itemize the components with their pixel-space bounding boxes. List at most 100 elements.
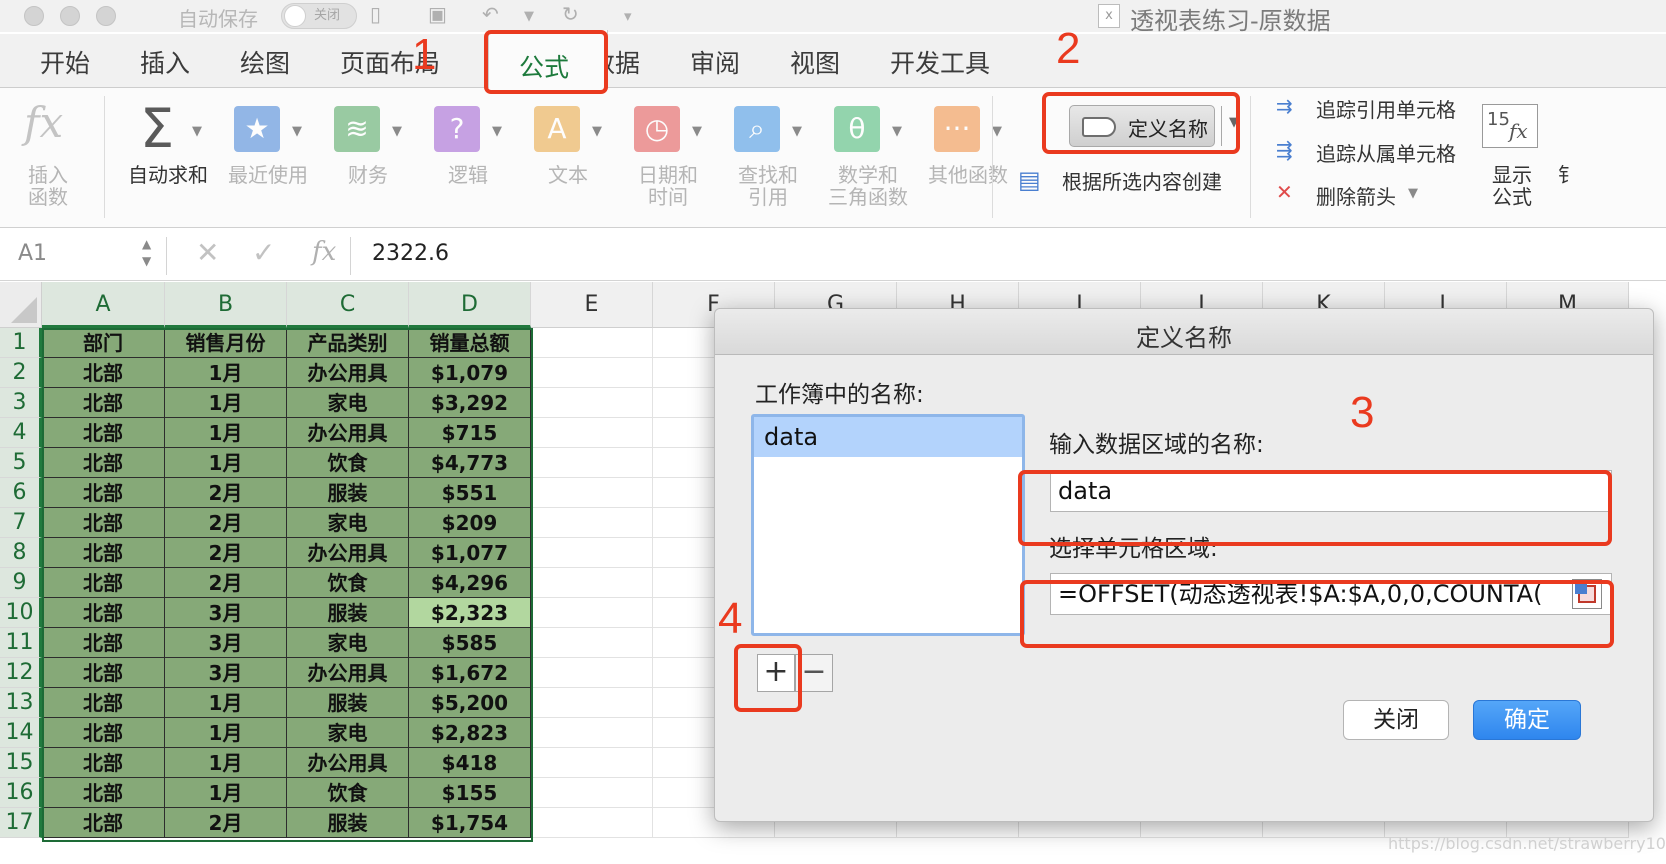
row-header[interactable]: 14 [0,718,42,748]
remove-arrows-button[interactable]: 删除箭头 [1316,181,1396,210]
name-box-stepper-icon[interactable]: ▲ ▼ [142,236,151,270]
formula-input[interactable]: 2322.6 [372,241,449,266]
star-icon[interactable]: ★ [234,106,280,152]
column-header[interactable]: D [409,282,531,328]
clock-icon[interactable]: ◷ [634,106,680,152]
zoom-window-button[interactable] [96,6,116,26]
empty-cell[interactable] [531,778,653,808]
trace-dependents-button[interactable]: 追踪从属单元格 [1316,138,1456,167]
empty-cell[interactable] [531,688,653,718]
minimize-window-button[interactable] [60,6,80,26]
name-box[interactable]: A1 [18,241,47,266]
empty-cell[interactable] [531,478,653,508]
row-header[interactable]: 9 [0,568,42,598]
empty-cell[interactable] [531,628,653,658]
empty-cell[interactable] [531,328,653,358]
select-all-corner[interactable] [0,282,42,328]
coins-icon[interactable]: ≋ [334,106,380,152]
create-from-selection-button[interactable]: 根据所选内容创建 [1062,166,1222,195]
tab-developer[interactable]: 开发工具 [890,44,990,80]
function-category-label[interactable]: 其他函数 [918,164,1018,187]
column-header[interactable]: A [42,282,165,328]
empty-cell[interactable] [531,418,653,448]
undo-icon[interactable]: ↶ [482,2,499,26]
chevron-down-icon[interactable]: ▼ [1408,186,1418,201]
chevron-down-icon[interactable]: ▼ [892,124,902,139]
empty-cell[interactable] [531,748,653,778]
workbook-names-list[interactable]: data [751,414,1025,636]
row-header[interactable]: 15 [0,748,42,778]
insert-function-label-1[interactable]: 插入 [28,164,68,187]
show-formulas-label-2[interactable]: 公式 [1492,186,1532,209]
row-header[interactable]: 6 [0,478,42,508]
function-category-label[interactable]: 日期和 [618,164,718,187]
empty-cell[interactable] [531,658,653,688]
column-header[interactable]: E [531,282,653,328]
chevron-down-icon[interactable]: ▼ [492,124,502,139]
chevron-down-icon[interactable]: ▼ [792,124,802,139]
more-icon[interactable]: ··· [934,106,980,152]
row-header[interactable]: 16 [0,778,42,808]
column-header[interactable]: B [165,282,287,328]
function-category-label[interactable]: 三角函数 [818,186,918,209]
empty-cell[interactable] [531,598,653,628]
trace-precedents-button[interactable]: 追踪引用单元格 [1316,94,1456,123]
close-button[interactable]: 关闭 [1343,700,1449,740]
tab-insert[interactable]: 插入 [140,44,190,80]
tab-view[interactable]: 视图 [790,44,840,80]
question-icon[interactable]: ? [434,106,480,152]
row-header[interactable]: 4 [0,418,42,448]
chevron-down-icon[interactable]: ▼ [392,124,402,139]
row-header[interactable]: 3 [0,388,42,418]
row-header[interactable]: 7 [0,508,42,538]
row-header[interactable]: 2 [0,358,42,388]
function-category-label[interactable]: 财务 [318,164,418,187]
row-header[interactable]: 17 [0,808,42,838]
list-item[interactable]: data [754,417,1022,457]
autosave-toggle[interactable]: 关闭 [281,3,357,29]
tab-draw[interactable]: 绘图 [240,44,290,80]
empty-cell[interactable] [531,448,653,478]
function-category-label[interactable]: 查找和 [718,164,818,187]
chevron-down-icon[interactable]: ▼ [292,124,302,139]
row-header[interactable]: 10 [0,598,42,628]
column-header[interactable]: C [287,282,409,328]
row-header[interactable]: 8 [0,538,42,568]
row-header[interactable]: 1 [0,328,42,358]
insert-function-label-2[interactable]: 函数 [28,186,68,209]
function-category-label[interactable]: 时间 [618,186,718,209]
tab-review[interactable]: 审阅 [690,44,740,80]
empty-cell[interactable] [531,358,653,388]
function-category-label[interactable]: 数学和 [818,164,918,187]
undo-dropdown-icon[interactable]: ▼ [524,9,534,24]
function-category-label[interactable]: 最近使用 [218,164,318,187]
close-window-button[interactable] [24,6,44,26]
row-header[interactable]: 11 [0,628,42,658]
cut-off-ribbon-label[interactable]: 钅 [1558,164,1578,187]
insert-function-icon[interactable]: fx [24,98,63,148]
empty-cell[interactable] [531,718,653,748]
function-category-label[interactable]: 逻辑 [418,164,518,187]
tab-home[interactable]: 开始 [40,44,90,80]
dialog-title-bar[interactable]: 定义名称 [715,309,1653,355]
row-header[interactable]: 13 [0,688,42,718]
ok-button[interactable]: 确定 [1473,700,1581,740]
function-category-label[interactable]: 文本 [518,164,618,187]
empty-cell[interactable] [531,388,653,418]
fx-icon[interactable]: fx [312,237,336,267]
sigma-icon[interactable]: Σ [134,102,180,156]
customize-toolbar-icon[interactable]: ▾ [624,7,632,25]
chevron-down-icon[interactable]: ▼ [692,124,702,139]
chevron-down-icon[interactable]: ▼ [992,124,1002,139]
enter-check-icon[interactable]: ✓ [252,236,275,269]
show-formulas-label-1[interactable]: 显示 [1492,164,1532,187]
row-header[interactable]: 12 [0,658,42,688]
sidebar-toggle-icon[interactable]: ▯ [370,2,381,26]
empty-cell[interactable] [531,808,653,838]
magnifier-icon[interactable]: ⌕ [734,106,780,152]
empty-cell[interactable] [531,538,653,568]
cancel-icon[interactable]: ✕ [196,236,219,269]
function-category-label[interactable]: 引用 [718,186,818,209]
chevron-down-icon[interactable]: ▼ [592,124,602,139]
theta-icon[interactable]: θ [834,106,880,152]
